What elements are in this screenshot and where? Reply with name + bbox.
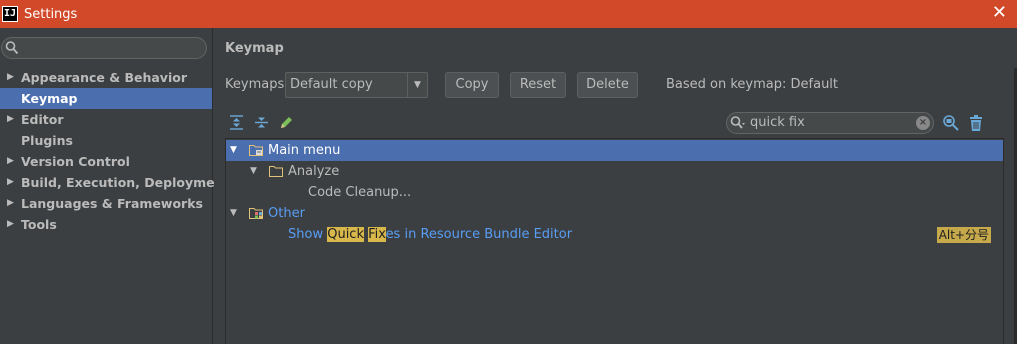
expand-arrow-icon[interactable]: ▶ [7,67,14,88]
expand-arrow-icon[interactable]: ▶ [7,151,14,172]
delete-button[interactable]: Delete [577,72,638,98]
sidebar-item-plugins[interactable]: Plugins [0,130,212,151]
expand-arrow-icon[interactable]: ▶ [7,214,14,235]
based-on-keymap-text: Based on keymap: Default [666,77,839,92]
collapse-arrow-icon[interactable]: ▼ [230,140,237,161]
window-title: Settings [24,6,78,22]
settings-search-input[interactable] [1,37,207,59]
search-icon [730,116,745,129]
title-bar: IJ Settings ✕ [0,0,1017,28]
action-label: Show Quick Fixes in Resource Bundle Edit… [288,224,572,245]
folder-icon [269,166,283,177]
sidebar-item-keymap[interactable]: Keymap [0,88,212,109]
sidebar-item-label: Build, Execution, Deployment [21,175,230,190]
edit-icon[interactable] [278,114,295,131]
tree-row-show-quickfixes[interactable]: Show Quick Fixes in Resource Bundle Edit… [226,224,1003,245]
sidebar-item-tools[interactable]: ▶ Tools [0,214,212,235]
action-label-prefix: Show [288,227,328,242]
page-title: Keymap [225,41,284,56]
sidebar-item-label: Keymap [21,91,78,106]
keymap-select-value: Default copy [290,77,373,92]
shortcut-badge: Alt+分号 [936,227,991,243]
keymaps-label: Keymaps: [225,77,289,92]
clear-icon[interactable]: × [916,116,930,130]
tree-label: Main menu [268,143,341,158]
reset-button[interactable]: Reset [510,72,566,98]
sidebar-item-label: Tools [21,217,57,232]
trash-icon[interactable] [968,114,984,132]
filter-text: quick fix [750,115,805,130]
expand-arrow-icon[interactable]: ▶ [7,109,14,130]
collapse-arrow-icon[interactable]: ▼ [230,203,237,224]
sidebar-item-languages-frameworks[interactable]: ▶ Languages & Frameworks [0,193,212,214]
expand-all-icon[interactable] [228,114,245,131]
search-highlight: Fix [368,227,386,242]
sidebar-item-appearance-behavior[interactable]: ▶ Appearance & Behavior [0,67,212,88]
sidebar-item-label: Languages & Frameworks [21,196,203,211]
copy-button[interactable]: Copy [445,72,499,98]
close-icon[interactable]: ✕ [992,3,1007,23]
sidebar-item-label: Version Control [21,154,130,169]
tree-row-other[interactable]: ▼ Other [226,203,1003,224]
expand-arrow-icon[interactable]: ▶ [7,172,14,193]
action-label-suffix: es in Resource Bundle Editor [385,227,573,242]
sidebar-item-label: Appearance & Behavior [21,70,187,85]
tree-toolbar [228,114,295,131]
sidebar-item-editor[interactable]: ▶ Editor [0,109,212,130]
keymap-select[interactable]: Default copy ▼ [285,72,428,98]
keymap-filter-input[interactable]: quick fix × [726,112,934,134]
tree-row-code-cleanup[interactable]: Code Cleanup... [226,182,1003,203]
settings-sidebar: ▶ Appearance & Behavior Keymap ▶ Editor … [0,28,229,344]
collapse-all-icon[interactable] [253,114,270,131]
sidebar-item-label: Plugins [21,133,73,148]
chevron-down-icon[interactable]: ▼ [407,73,427,97]
menu-folder-icon [249,145,263,156]
keymap-panel: Keymap Keymaps: Default copy ▼ Copy Rese… [214,28,1017,344]
search-highlight: Quick [327,227,364,242]
tree-label: Analyze [288,164,340,179]
tree-row-analyze[interactable]: ▼ Analyze [226,161,1003,182]
keymap-tree: ▼ Main menu ▼ Analyze Code Cleanup... ▼ [225,138,1004,344]
settings-nav: ▶ Appearance & Behavior Keymap ▶ Editor … [0,67,229,235]
sidebar-item-label: Editor [21,112,64,127]
tree-label: Other [268,206,305,221]
other-folder-icon [249,208,263,219]
sidebar-item-build-execution-deployment[interactable]: ▶ Build, Execution, Deployment [0,172,229,193]
tree-label: Code Cleanup... [308,185,412,200]
search-icon [5,41,19,55]
tree-row-main-menu[interactable]: ▼ Main menu [226,140,1003,161]
collapse-arrow-icon[interactable]: ▼ [250,161,257,182]
find-shortcut-icon[interactable] [942,114,960,132]
intellij-app-icon: IJ [2,6,18,22]
sidebar-item-version-control[interactable]: ▶ Version Control [0,151,212,172]
expand-arrow-icon[interactable]: ▶ [7,193,14,214]
